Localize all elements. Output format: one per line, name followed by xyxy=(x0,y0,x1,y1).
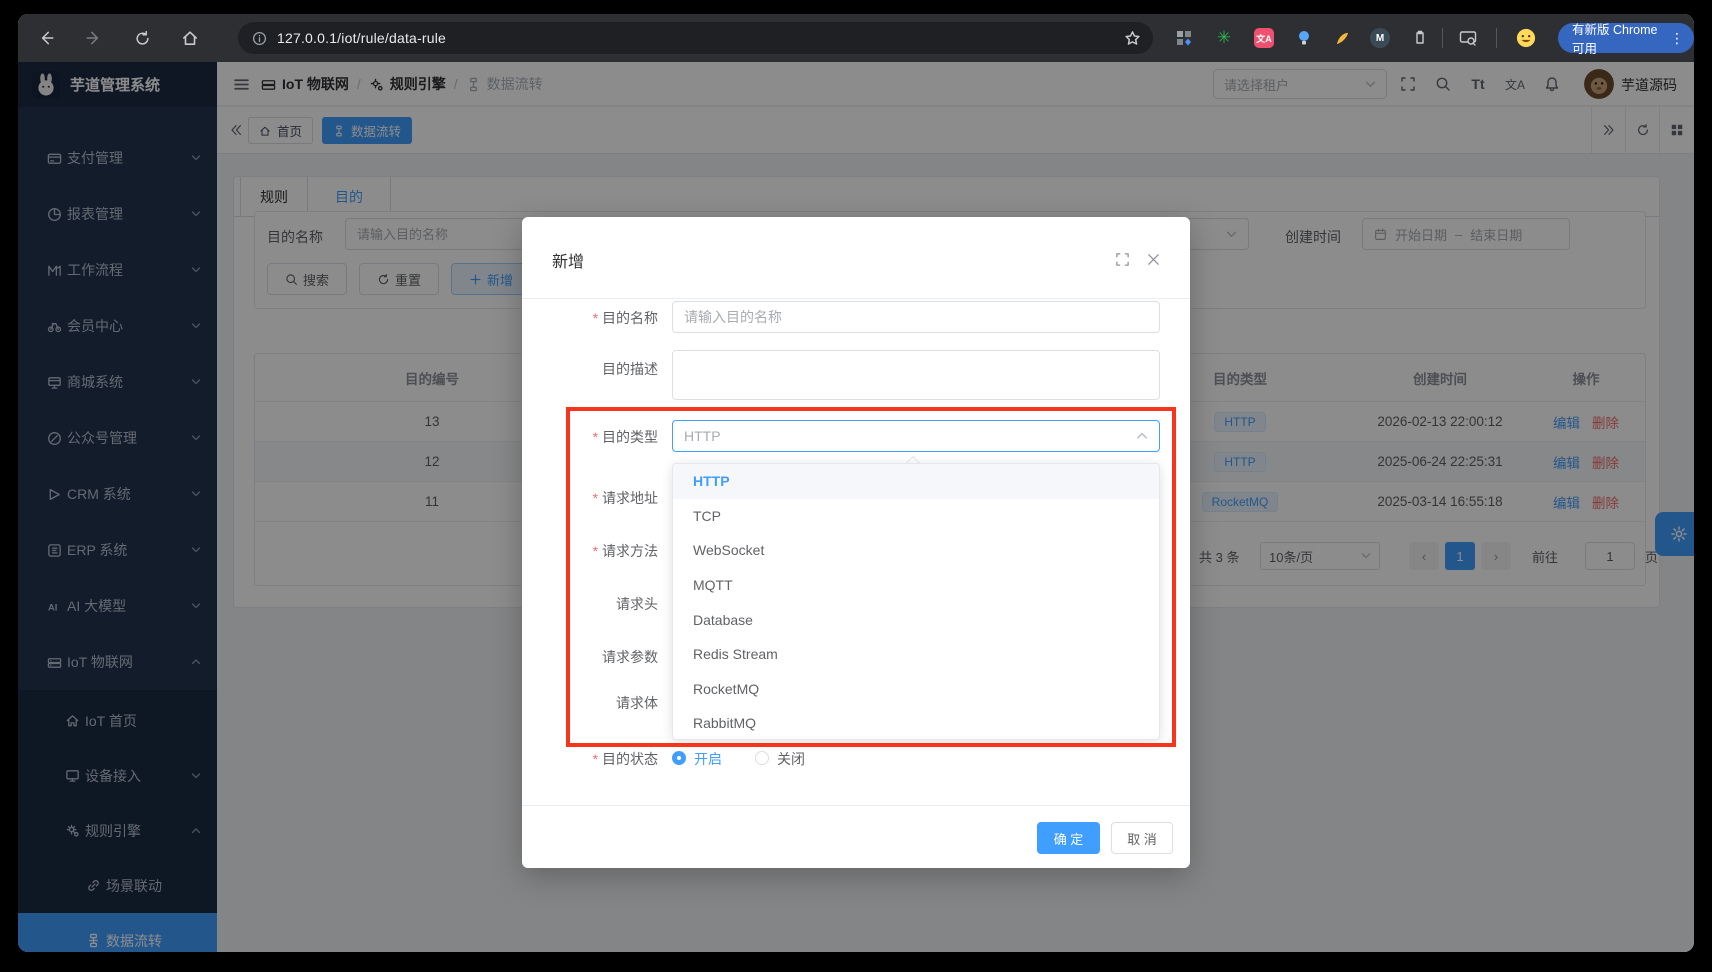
option-mqtt[interactable]: MQTT xyxy=(673,568,1159,603)
site-info-icon[interactable] xyxy=(252,31,267,46)
extension-icon-translate[interactable]: 文A xyxy=(1254,28,1274,48)
field-label-body: 请求体 xyxy=(522,693,658,713)
status-off-label[interactable]: 关闭 xyxy=(777,749,805,769)
field-label-type: 目的类型 xyxy=(522,427,658,447)
url-text[interactable]: 127.0.0.1/iot/rule/data-rule xyxy=(277,30,446,46)
option-http[interactable]: HTTP xyxy=(673,464,1159,499)
cast-search-icon[interactable] xyxy=(1458,28,1478,48)
profile-avatar-icon[interactable] xyxy=(1516,28,1536,48)
extensions-puzzle-icon[interactable] xyxy=(1410,28,1430,48)
chrome-menu-icon[interactable]: ⋮ xyxy=(1670,30,1684,47)
dialog-divider xyxy=(522,298,1190,299)
field-label-status: 目的状态 xyxy=(522,749,658,769)
add-dialog: 新增 目的名称 目的描述 目的类型 HTTP 请求地址 请求方法 请求头 请求参… xyxy=(522,217,1190,868)
extension-icon-feather[interactable] xyxy=(1332,28,1352,48)
field-label-method: 请求方法 xyxy=(522,541,658,561)
bookmark-star-icon[interactable] xyxy=(1124,30,1141,47)
dialog-footer-divider xyxy=(522,805,1190,806)
reload-icon[interactable] xyxy=(130,26,154,50)
home-icon[interactable] xyxy=(178,26,202,50)
option-rocketmq[interactable]: RocketMQ xyxy=(673,672,1159,707)
forward-icon[interactable] xyxy=(82,26,106,50)
extension-icon-bulb[interactable] xyxy=(1294,28,1314,48)
toolbar-separator xyxy=(1496,28,1497,48)
field-label-url: 请求地址 xyxy=(522,488,658,508)
dialog-title: 新增 xyxy=(552,248,584,272)
option-redis-stream[interactable]: Redis Stream xyxy=(673,637,1159,672)
target-name-input[interactable] xyxy=(672,301,1160,333)
dialog-fullscreen-icon[interactable] xyxy=(1113,250,1131,268)
target-desc-textarea[interactable] xyxy=(672,350,1160,400)
field-label-desc: 目的描述 xyxy=(522,359,658,379)
option-websocket[interactable]: WebSocket xyxy=(673,533,1159,568)
confirm-button[interactable]: 确 定 xyxy=(1037,822,1100,854)
back-icon[interactable] xyxy=(34,26,58,50)
status-off-radio[interactable] xyxy=(755,751,769,765)
cancel-button[interactable]: 取 消 xyxy=(1111,822,1173,854)
dialog-close-icon[interactable] xyxy=(1144,250,1162,268)
status-on-radio[interactable] xyxy=(672,751,686,765)
field-label-headers: 请求头 xyxy=(522,594,658,614)
extension-icon-green[interactable]: ✳ xyxy=(1214,28,1234,48)
status-on-label[interactable]: 开启 xyxy=(694,749,722,769)
option-tcp[interactable]: TCP xyxy=(673,499,1159,534)
extension-icon-m[interactable]: M xyxy=(1370,28,1390,48)
extension-icon-grid[interactable] xyxy=(1174,28,1194,48)
field-label-params: 请求参数 xyxy=(522,647,658,667)
type-dropdown: HTTP TCP WebSocket MQTT Database Redis S… xyxy=(672,463,1160,740)
field-label-name: 目的名称 xyxy=(522,308,658,328)
option-database[interactable]: Database xyxy=(673,602,1159,637)
browser-window: 127.0.0.1/iot/rule/data-rule ✳ 文A M 有新版 … xyxy=(18,14,1694,952)
toolbar-separator xyxy=(1442,28,1443,48)
type-select-placeholder: HTTP xyxy=(684,428,721,444)
target-type-select[interactable]: HTTP xyxy=(672,420,1160,452)
url-bar[interactable]: 127.0.0.1/iot/rule/data-rule xyxy=(238,22,1153,54)
chrome-update-button[interactable]: 有新版 Chrome 可用 ⋮ xyxy=(1558,23,1694,53)
browser-toolbar: 127.0.0.1/iot/rule/data-rule ✳ 文A M 有新版 … xyxy=(18,14,1694,62)
option-rabbitmq[interactable]: RabbitMQ xyxy=(673,706,1159,740)
chevron-up-icon xyxy=(1136,430,1148,442)
